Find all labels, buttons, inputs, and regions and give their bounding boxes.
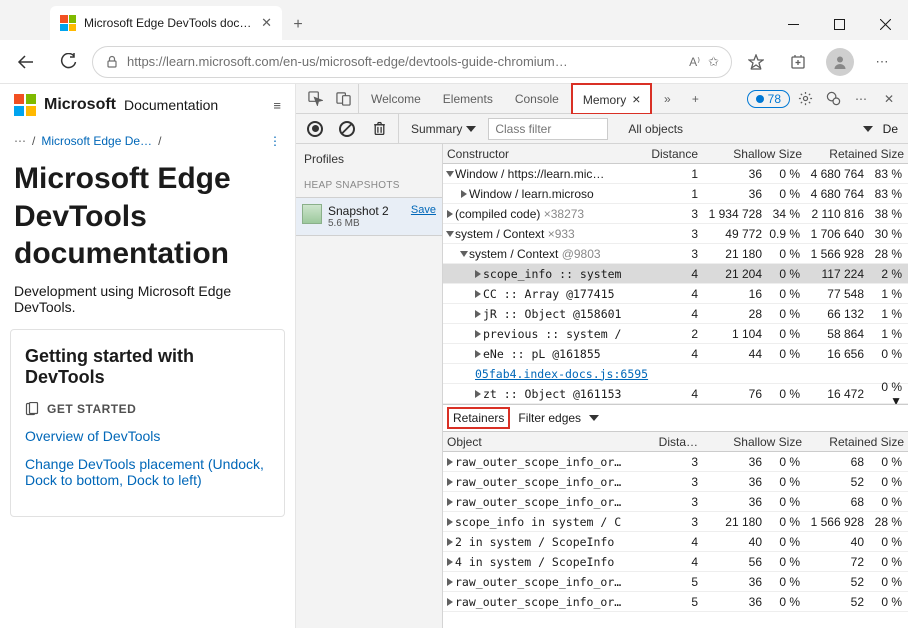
- profiles-heading: Profiles: [296, 144, 442, 174]
- table-row[interactable]: raw_outer_scope_info_or…5360 %520 %: [443, 572, 908, 592]
- tab-memory-close-icon[interactable]: ×: [632, 91, 640, 107]
- snapshot-name: Snapshot 2: [328, 204, 389, 218]
- nav-refresh-button[interactable]: [50, 46, 86, 78]
- lock-icon: [105, 55, 119, 69]
- breadcrumb-menu-icon[interactable]: ⋮: [269, 134, 281, 148]
- edge-favicon: [60, 15, 76, 31]
- window-minimize[interactable]: [770, 8, 816, 40]
- objects-scope-select[interactable]: All objects: [622, 122, 689, 136]
- table-row[interactable]: raw_outer_scope_info_or…3360 %680 %: [443, 452, 908, 472]
- table-row[interactable]: scope_info in system / C321 1800 %1 566 …: [443, 512, 908, 532]
- col-shallow2[interactable]: Shallow Size: [704, 435, 806, 449]
- settings-gear-icon[interactable]: [792, 86, 818, 112]
- tabs-overflow-icon[interactable]: »: [654, 86, 680, 112]
- col-retained2[interactable]: Retained Size: [806, 435, 908, 449]
- address-bar[interactable]: https://learn.microsoft.com/en-us/micros…: [92, 46, 732, 78]
- tab-console[interactable]: Console: [505, 86, 569, 112]
- snapshot-thumb-icon: [302, 204, 322, 224]
- table-row[interactable]: raw_outer_scope_info_or…3360 %680 %: [443, 492, 908, 512]
- table-row[interactable]: raw_outer_scope_info_or…3360 %520 %: [443, 472, 908, 492]
- card-subhead: GET STARTED: [47, 402, 136, 416]
- col-shallow[interactable]: Shallow Size: [704, 147, 806, 161]
- device-icon[interactable]: [330, 86, 356, 112]
- table-row[interactable]: eNe :: pL @1618554440 %16 6560 %: [443, 344, 908, 364]
- page-title: Microsoft Edge DevTools documentation: [0, 156, 295, 283]
- col-retained[interactable]: Retained Size: [806, 147, 908, 161]
- col-distance[interactable]: Distance: [648, 147, 704, 161]
- table-row[interactable]: 2 in system / ScopeInfo4400 %400 %: [443, 532, 908, 552]
- record-icon[interactable]: [302, 116, 328, 142]
- table-row[interactable]: zt :: Object @1611534760 %16 4720 % ▼: [443, 384, 908, 404]
- col-constructor[interactable]: Constructor: [443, 147, 648, 161]
- favorites-button[interactable]: [738, 46, 774, 78]
- table-row[interactable]: (compiled code) ×3827331 934 72834 %2 11…: [443, 204, 908, 224]
- inspect-icon[interactable]: [302, 86, 328, 112]
- tab-elements[interactable]: Elements: [433, 86, 503, 112]
- table-row[interactable]: system / Context ×933349 7720.9 %1 706 6…: [443, 224, 908, 244]
- nav-back-button[interactable]: [8, 46, 44, 78]
- chevron-down-icon[interactable]: [863, 126, 873, 132]
- table-row[interactable]: 05fab4.index-docs.js:6595: [443, 364, 908, 384]
- window-close[interactable]: [862, 8, 908, 40]
- get-started-icon: [25, 402, 39, 416]
- summary-select[interactable]: Summary: [405, 122, 482, 136]
- chevron-down-icon[interactable]: [589, 415, 599, 421]
- toc-toggle-icon[interactable]: ≡: [273, 98, 281, 113]
- summary-label: Summary: [411, 122, 462, 136]
- table-row[interactable]: previous :: system /21 1040 %58 8641 %: [443, 324, 908, 344]
- filter-edges-label[interactable]: Filter edges: [518, 411, 581, 425]
- tab-memory[interactable]: Memory ×: [571, 83, 653, 115]
- table-row[interactable]: system / Context @9803321 1800 %1 566 92…: [443, 244, 908, 264]
- devtools-close-icon[interactable]: ✕: [876, 86, 902, 112]
- breadcrumb-ellipsis[interactable]: ⋯: [14, 134, 26, 148]
- table-row[interactable]: CC :: Array @1774154160 %77 5481 %: [443, 284, 908, 304]
- trash-icon[interactable]: [366, 116, 392, 142]
- favorite-icon[interactable]: ✩: [708, 54, 719, 70]
- read-aloud-icon[interactable]: A⁾: [689, 55, 700, 69]
- window-maximize[interactable]: [816, 8, 862, 40]
- snapshot-size: 5.6 MB: [328, 218, 436, 229]
- browser-menu-button[interactable]: ⋯: [864, 46, 900, 78]
- heap-snapshots-label: HEAP SNAPSHOTS: [296, 174, 442, 197]
- link-overview[interactable]: Overview of DevTools: [25, 428, 270, 444]
- issues-badge[interactable]: 78: [747, 90, 790, 108]
- table-row[interactable]: Window / https://learn.mic…1360 %4 680 7…: [443, 164, 908, 184]
- devtools-menu-icon[interactable]: ⋯: [848, 86, 874, 112]
- snapshot-item[interactable]: Snapshot 2 Save 5.6 MB: [296, 197, 442, 236]
- table-row[interactable]: 4 in system / ScopeInfo4560 %720 %: [443, 552, 908, 572]
- class-filter-input[interactable]: [488, 118, 608, 140]
- collections-button[interactable]: [780, 46, 816, 78]
- breadcrumb-parent[interactable]: Microsoft Edge De…: [41, 134, 152, 148]
- table-row[interactable]: jR :: Object @1586014280 %66 1321 %: [443, 304, 908, 324]
- page-lead: Development using Microsoft Edge DevTool…: [0, 283, 295, 329]
- breadcrumb: ⋯ / Microsoft Edge De… / ⋮: [0, 126, 295, 156]
- tab-title: Microsoft Edge DevTools docum…: [84, 16, 253, 30]
- table-row[interactable]: scope_info :: system421 2040 %117 2242 %: [443, 264, 908, 284]
- snapshot-save-link[interactable]: Save: [411, 204, 436, 218]
- objects-scope-label: All objects: [628, 122, 683, 136]
- clear-icon[interactable]: [334, 116, 360, 142]
- col-object[interactable]: Object: [443, 435, 648, 449]
- new-panel-icon[interactable]: +: [682, 86, 708, 112]
- truncated-label: De: [879, 122, 902, 136]
- chevron-down-icon: [466, 126, 476, 132]
- tab-welcome[interactable]: Welcome: [361, 86, 431, 112]
- link-placement[interactable]: Change DevTools placement (Undock, Dock …: [25, 456, 270, 488]
- table-row[interactable]: raw_outer_scope_info_or…5360 %520 %: [443, 592, 908, 612]
- card-title: Getting started with DevTools: [25, 346, 270, 388]
- new-tab-button[interactable]: +: [282, 16, 314, 40]
- browser-tab[interactable]: Microsoft Edge DevTools docum… ✕: [50, 6, 282, 40]
- profile-button[interactable]: [822, 46, 858, 78]
- table-row[interactable]: Window / learn.microso1360 %4 680 76483 …: [443, 184, 908, 204]
- doc-section[interactable]: Documentation: [124, 97, 218, 113]
- microsoft-logo: [14, 94, 36, 116]
- tab-memory-label: Memory: [583, 93, 626, 107]
- retainers-label[interactable]: Retainers: [447, 407, 510, 429]
- brand-text: Microsoft: [44, 96, 116, 114]
- tab-close-icon[interactable]: ✕: [261, 15, 272, 31]
- url-text: https://learn.microsoft.com/en-us/micros…: [127, 54, 681, 69]
- feedback-icon[interactable]: [820, 86, 846, 112]
- col-dista[interactable]: Dista…: [648, 435, 704, 449]
- issues-count: 78: [768, 92, 781, 106]
